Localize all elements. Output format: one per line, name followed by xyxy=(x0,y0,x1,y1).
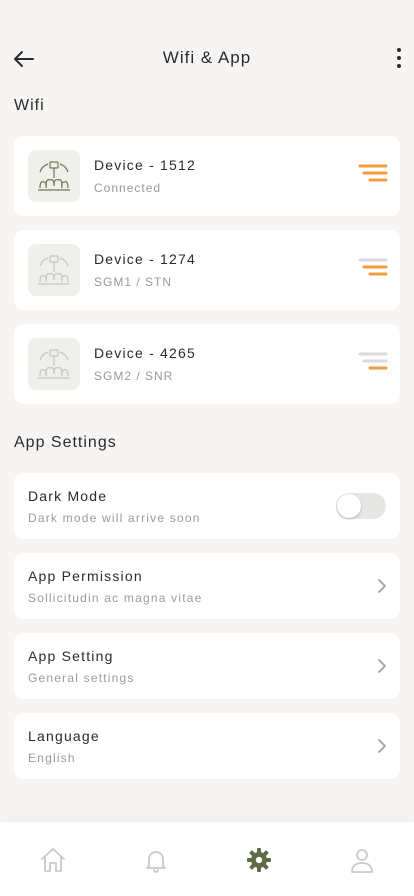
bottom-tab-bar xyxy=(0,822,414,896)
setting-language[interactable]: Language English xyxy=(14,713,400,779)
device-name: Device - 1274 xyxy=(94,251,196,267)
user-icon[interactable] xyxy=(347,845,377,875)
dark-mode-toggle[interactable] xyxy=(336,493,386,519)
app-settings-section-title: App Settings xyxy=(14,434,117,451)
device-status: SGM1 / STN xyxy=(94,275,173,289)
device-name: Device - 1512 xyxy=(94,157,196,173)
signal-strength-icon xyxy=(358,352,388,370)
setting-label: App Setting xyxy=(28,648,114,664)
signal-strength-icon xyxy=(358,164,388,182)
chevron-right-icon xyxy=(378,659,386,673)
device-status: SGM2 / SNR xyxy=(94,369,174,383)
header: Wifi & App xyxy=(0,0,414,100)
fountain-icon xyxy=(38,161,70,191)
toggle-knob xyxy=(337,494,361,518)
page-title: Wifi & App xyxy=(162,48,252,67)
device-status: Connected xyxy=(94,181,162,195)
wifi-section-title: Wifi xyxy=(14,97,45,114)
signal-strength-icon xyxy=(358,258,388,276)
device-card[interactable]: Device - 4265 SGM2 / SNR xyxy=(14,324,400,404)
setting-dark-mode: Dark Mode Dark mode will arrive soon xyxy=(14,473,400,539)
setting-app-permission[interactable]: App Permission Sollicitudin ac magna vit… xyxy=(14,553,400,619)
fountain-icon xyxy=(38,255,70,285)
gear-icon[interactable] xyxy=(244,845,274,875)
device-name: Device - 4265 xyxy=(94,345,196,361)
setting-label: Language xyxy=(28,728,100,744)
device-card[interactable]: Device - 1274 SGM1 / STN xyxy=(14,230,400,310)
setting-description: Dark mode will arrive soon xyxy=(28,511,201,525)
device-thumbnail xyxy=(28,150,80,202)
fountain-icon xyxy=(38,349,70,379)
home-icon[interactable] xyxy=(38,845,68,875)
setting-description: English xyxy=(28,751,76,765)
setting-label: App Permission xyxy=(28,568,143,584)
chevron-right-icon xyxy=(378,739,386,753)
chevron-right-icon xyxy=(378,579,386,593)
device-card[interactable]: Device - 1512 Connected xyxy=(14,136,400,216)
setting-description: Sollicitudin ac magna vitae xyxy=(28,591,203,605)
setting-description: General settings xyxy=(28,671,135,685)
more-vertical-icon[interactable] xyxy=(392,45,406,71)
device-thumbnail xyxy=(28,338,80,390)
device-thumbnail xyxy=(28,244,80,296)
setting-label: Dark Mode xyxy=(28,488,108,504)
setting-app-setting[interactable]: App Setting General settings xyxy=(14,633,400,699)
bell-icon[interactable] xyxy=(141,845,171,875)
